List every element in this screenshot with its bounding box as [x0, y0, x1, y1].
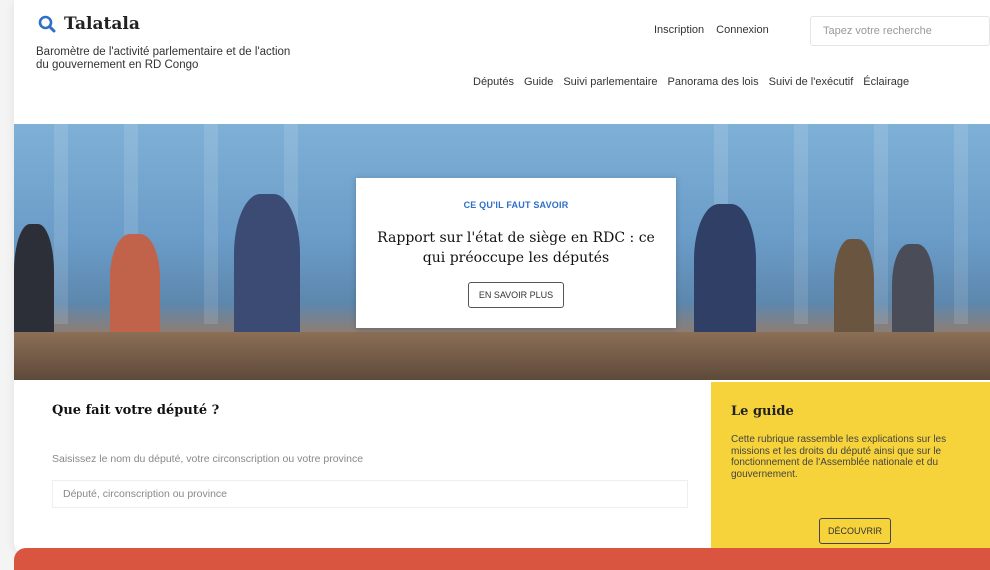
nav-item-eclairage[interactable]: Éclairage	[863, 76, 909, 88]
learn-more-button[interactable]: EN SAVOIR PLUS	[467, 282, 565, 308]
deputy-search-placeholder: Député, circonscription ou province	[63, 488, 228, 500]
deputy-search-input[interactable]: Député, circonscription ou province	[52, 480, 688, 508]
nav-item-guide[interactable]: Guide	[524, 76, 553, 88]
search-placeholder: Tapez votre recherche	[823, 25, 932, 37]
deputy-section-title: Que fait votre député ?	[52, 403, 220, 418]
deputy-section-subtitle: Saisissez le nom du député, votre circon…	[52, 453, 364, 465]
login-link[interactable]: Connexion	[716, 24, 769, 36]
site-tagline: Baromètre de l'activité parlementaire et…	[36, 46, 291, 71]
site-logo[interactable]: Talatala	[38, 14, 140, 34]
account-links: Inscription Connexion	[654, 24, 769, 36]
page-frame: Talatala Baromètre de l'activité parleme…	[14, 0, 990, 556]
guide-title: Le guide	[731, 404, 794, 419]
card-title[interactable]: Rapport sur l'état de siège en RDC : ce …	[366, 228, 666, 268]
nav-item-suivi-parlementaire[interactable]: Suivi parlementaire	[563, 76, 657, 88]
magnifier-icon	[38, 15, 56, 33]
hero-banner: CE QU'IL FAUT SAVOIR Rapport sur l'état …	[14, 124, 990, 380]
logo-text: Talatala	[64, 14, 140, 34]
nav-item-suivi-executif[interactable]: Suivi de l'exécutif	[769, 76, 854, 88]
discover-button[interactable]: DÉCOUVRIR	[819, 518, 892, 544]
card-eyebrow: CE QU'IL FAUT SAVOIR	[463, 200, 569, 210]
nav-item-panorama-lois[interactable]: Panorama des lois	[668, 76, 759, 88]
guide-description: Cette rubrique rassemble les explication…	[731, 434, 947, 480]
signup-link[interactable]: Inscription	[654, 24, 704, 36]
featured-article-card: CE QU'IL FAUT SAVOIR Rapport sur l'état …	[356, 178, 676, 328]
nav-item-deputes[interactable]: Députés	[473, 76, 514, 88]
main-nav: Députés Guide Suivi parlementaire Panora…	[473, 76, 909, 88]
bottom-accent-bar	[14, 548, 990, 570]
search-input[interactable]: Tapez votre recherche	[810, 16, 990, 46]
guide-panel: Le guide Cette rubrique rassemble les ex…	[711, 382, 990, 556]
